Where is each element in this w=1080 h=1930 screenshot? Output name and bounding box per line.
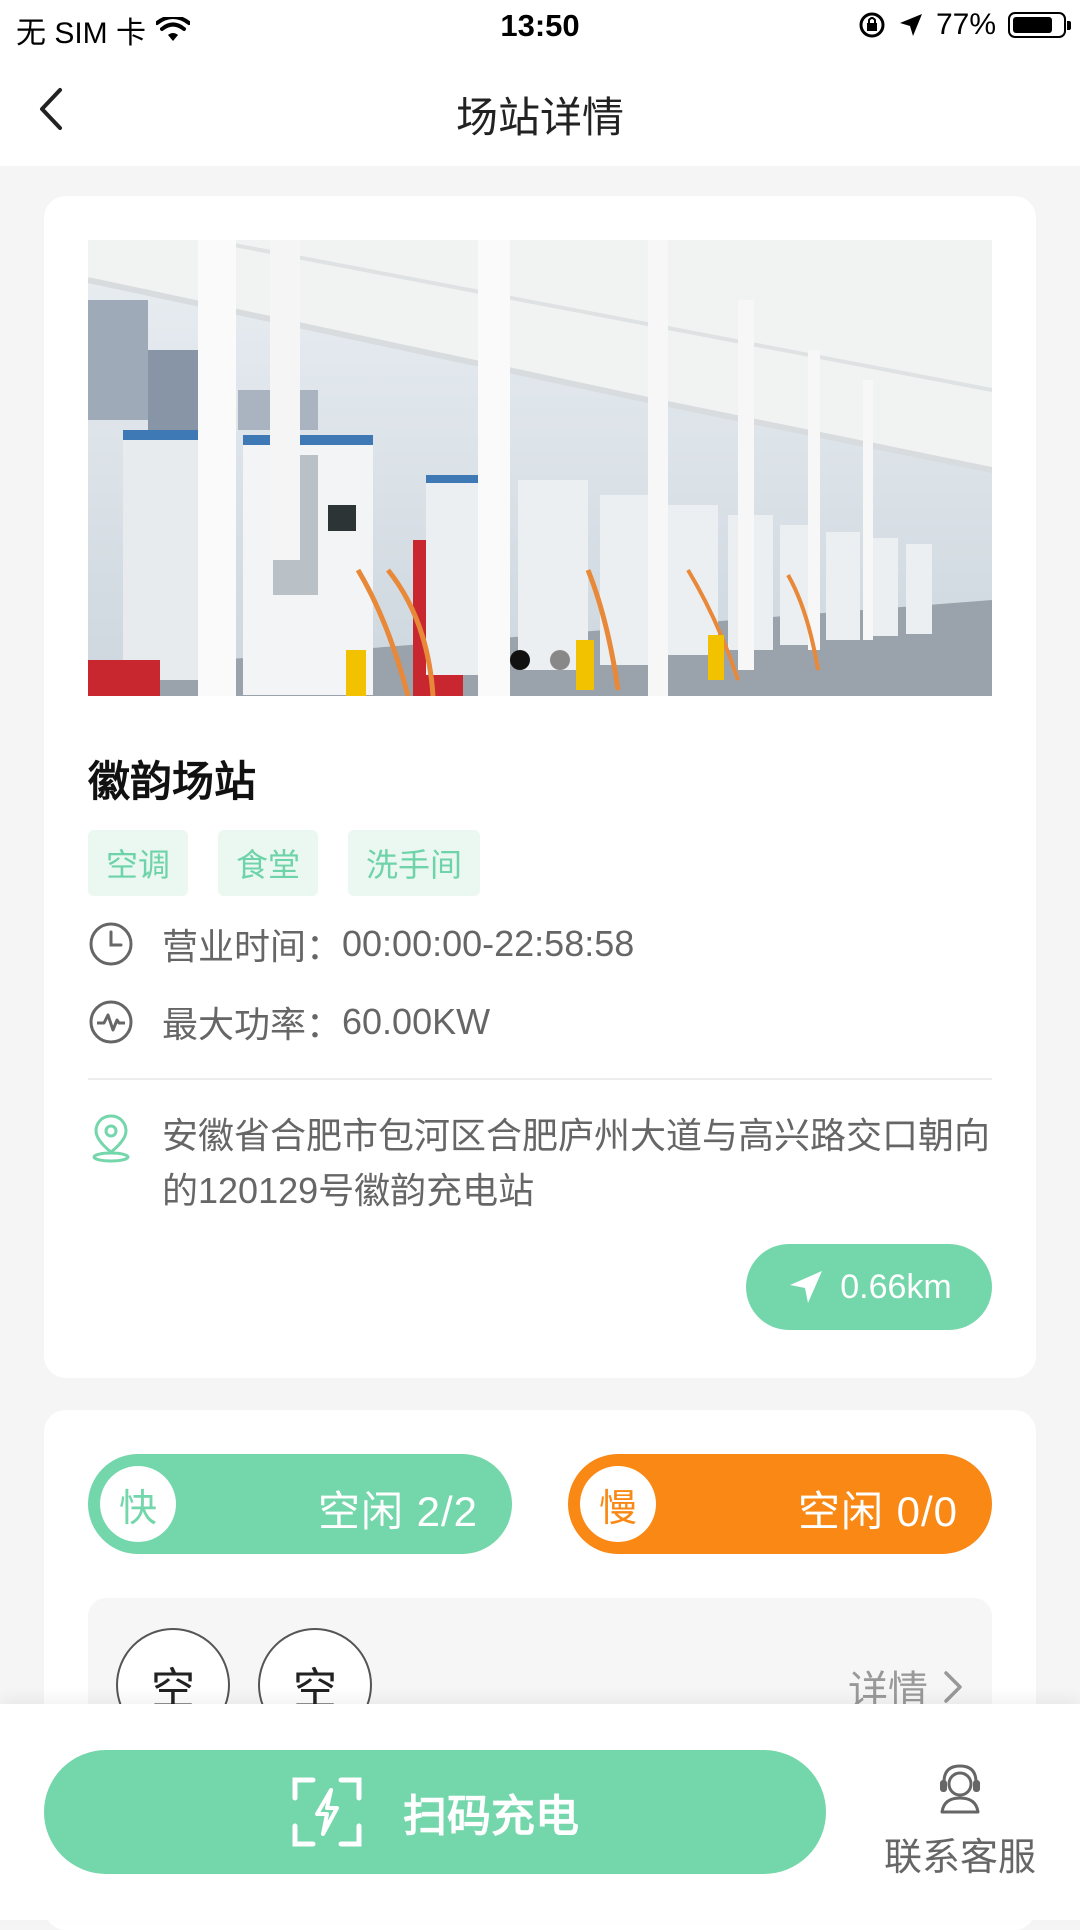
fast-charger-filter[interactable]: 快 空闲 2/2 bbox=[88, 1454, 512, 1554]
chevron-right-icon bbox=[944, 1671, 962, 1703]
battery-icon bbox=[1008, 12, 1071, 38]
station-name: 徽韵场站 bbox=[88, 758, 257, 805]
address-row[interactable]: 安徽省合肥市包河区合肥庐州大道与高兴路交口朝向的120129号徽韵充电站 bbox=[88, 1108, 992, 1218]
max-power-row: 最大功率： 60.00KW bbox=[88, 996, 490, 1048]
max-power-label: 最大功率： bbox=[162, 1004, 343, 1045]
headset-agent-icon bbox=[940, 1764, 980, 1814]
station-photo bbox=[88, 240, 992, 696]
status-bar: 无 SIM 卡 13:50 77% bbox=[0, 0, 1080, 54]
navigate-distance-button[interactable]: 0.66km bbox=[746, 1244, 992, 1330]
amenity-tag: 食堂 bbox=[218, 830, 319, 896]
fast-badge: 快 bbox=[100, 1466, 176, 1542]
scan-charge-icon bbox=[292, 1777, 362, 1847]
amenity-tag: 洗手间 bbox=[348, 830, 481, 896]
map-pin-icon bbox=[92, 1114, 130, 1163]
station-photo-carousel[interactable] bbox=[88, 240, 992, 696]
page-title: 场站详情 bbox=[455, 94, 624, 141]
scan-to-charge-button[interactable]: 扫码充电 bbox=[44, 1750, 826, 1874]
pulse-icon bbox=[89, 1000, 133, 1044]
bottom-action-bar: 扫码充电 联系客服 bbox=[0, 1704, 1080, 1920]
navigation-arrow-icon bbox=[790, 1271, 823, 1303]
carousel-dot[interactable] bbox=[550, 650, 570, 670]
divider bbox=[88, 1078, 992, 1080]
distance-text: 0.66km bbox=[840, 1267, 952, 1306]
slow-badge: 慢 bbox=[580, 1466, 656, 1542]
location-arrow-icon bbox=[899, 14, 922, 36]
business-hours-label: 营业时间： bbox=[162, 926, 343, 967]
slow-status: 空闲 0/0 bbox=[797, 1488, 958, 1535]
fast-status: 空闲 2/2 bbox=[317, 1488, 478, 1535]
customer-service-label: 联系客服 bbox=[883, 1837, 1036, 1879]
carousel-dot-active[interactable] bbox=[510, 650, 530, 670]
slow-charger-filter[interactable]: 慢 空闲 0/0 bbox=[568, 1454, 992, 1554]
status-right: 77% bbox=[858, 8, 1071, 42]
nav-bar: 场站详情 bbox=[0, 54, 1080, 166]
clock-icon bbox=[89, 922, 133, 966]
max-power-value: 60.00KW bbox=[342, 1001, 491, 1042]
business-hours-value: 00:00:00-22:58:58 bbox=[342, 923, 635, 964]
customer-service-button[interactable]: 联系客服 bbox=[860, 1760, 1060, 1881]
amenity-tag: 空调 bbox=[88, 830, 189, 896]
rotation-lock-icon bbox=[859, 12, 885, 38]
amenity-tags: 空调 食堂 洗手间 bbox=[88, 830, 481, 896]
scan-to-charge-label: 扫码充电 bbox=[403, 1792, 579, 1841]
station-info-card: 徽韵场站 空调 食堂 洗手间 营业时间： 00:00:00-22:58:58 最… bbox=[44, 196, 1036, 1378]
carousel-indicator bbox=[88, 650, 992, 670]
business-hours-row: 营业时间： 00:00:00-22:58:58 bbox=[88, 918, 634, 970]
address-text: 安徽省合肥市包河区合肥庐州大道与高兴路交口朝向的120129号徽韵充电站 bbox=[162, 1115, 991, 1211]
battery-percent: 77% bbox=[935, 8, 996, 41]
